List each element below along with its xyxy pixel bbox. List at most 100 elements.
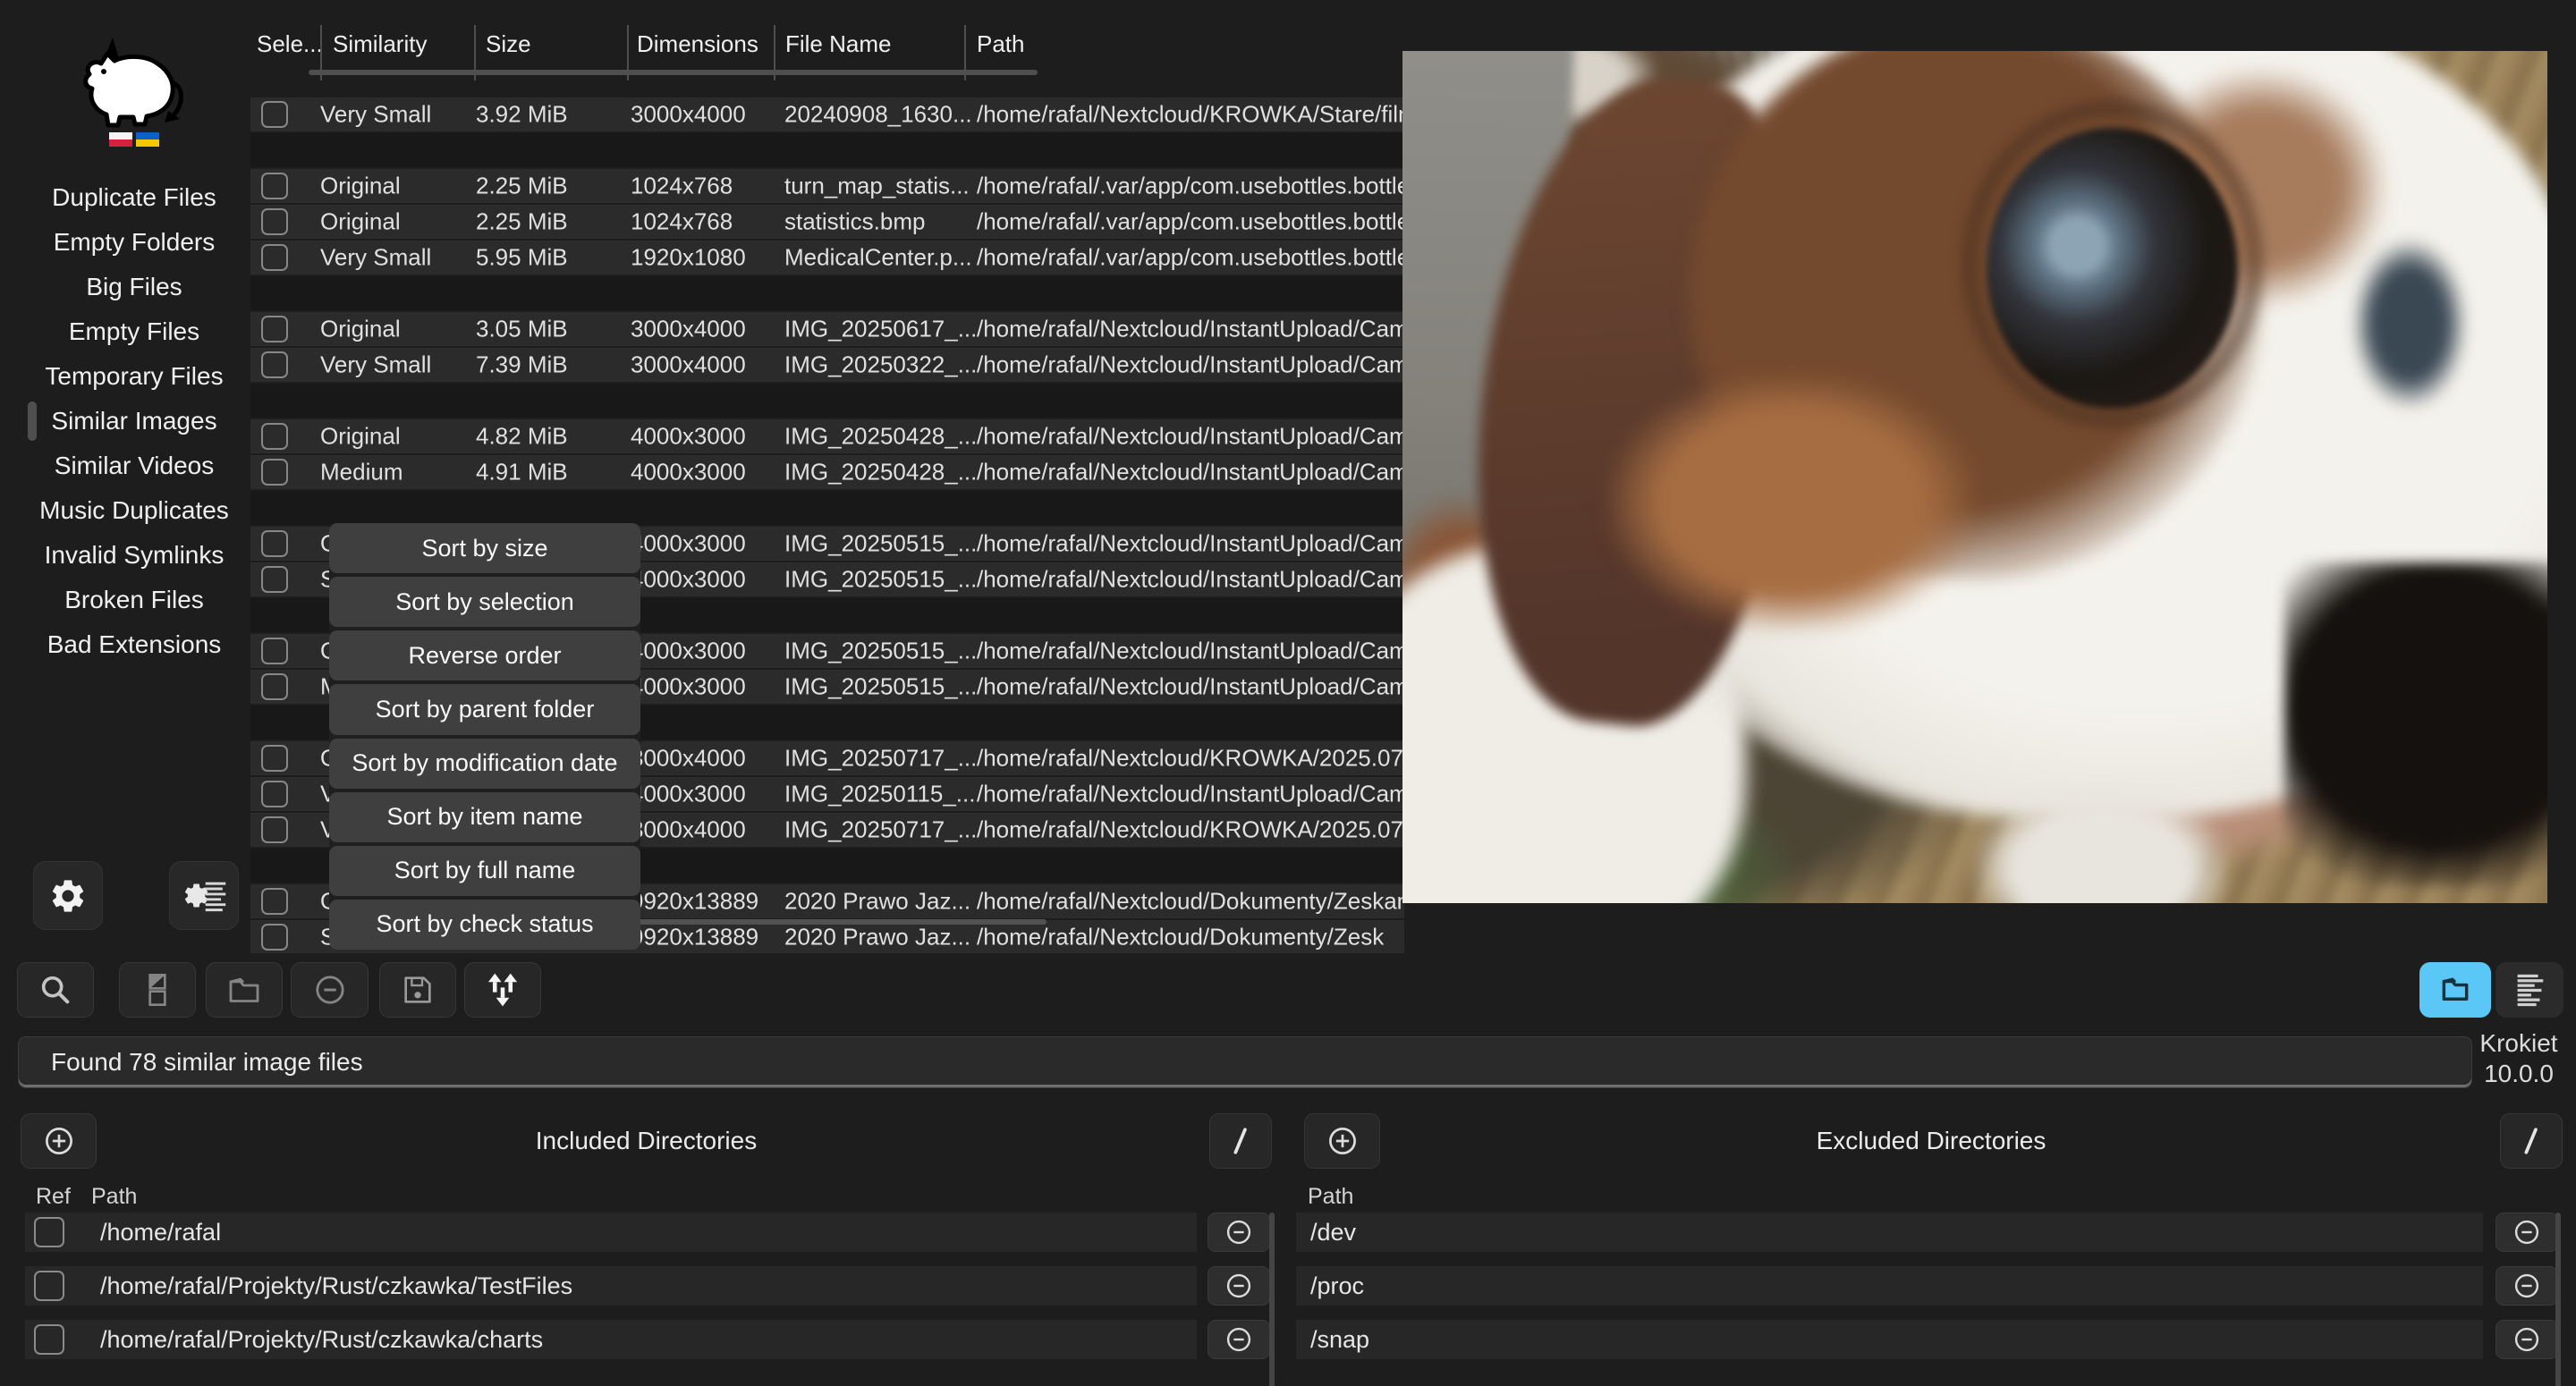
menu-item-sort-by-selection[interactable]: Sort by selection [329, 577, 640, 627]
menu-item-sort-by-item-name[interactable]: Sort by item name [329, 792, 640, 842]
path-cell: /home/rafal/Nextcloud/KROWKA/2025.07.17 [977, 816, 1404, 844]
table-row[interactable]: Medium4.91 MiB4000x3000IMG_20250428_.../… [250, 455, 1404, 489]
column-header-file-name[interactable]: File Name [785, 30, 891, 58]
included-directory-row[interactable]: /home/rafal/Projekty/Rust/czkawka/charts [25, 1320, 1197, 1359]
header-horizontal-scrollbar[interactable] [309, 70, 1038, 75]
column-header-size[interactable]: Size [486, 30, 531, 58]
menu-item-reverse-order[interactable]: Reverse order [329, 630, 640, 680]
select-button[interactable] [119, 962, 196, 1018]
remove-excluded-directory-button[interactable] [2496, 1213, 2558, 1252]
text-view-toggle[interactable] [2496, 962, 2563, 1018]
row-checkbox[interactable] [261, 459, 288, 486]
row-checkbox[interactable] [261, 173, 288, 199]
remove-excluded-directory-button[interactable] [2496, 1320, 2558, 1359]
directories-view-toggle[interactable] [2419, 962, 2491, 1018]
remove-included-directory-button[interactable] [1208, 1266, 1270, 1306]
row-checkbox[interactable] [261, 924, 288, 951]
included-directory-row[interactable]: /home/rafal [25, 1213, 1197, 1252]
row-checkbox[interactable] [261, 316, 288, 342]
row-checkbox[interactable] [261, 423, 288, 450]
save-button[interactable] [379, 962, 456, 1018]
menu-item-sort-by-modification-date[interactable]: Sort by modification date [329, 739, 640, 789]
row-checkbox[interactable] [261, 745, 288, 772]
path-cell: /home/rafal/Nextcloud/InstantUpload/Cam [977, 530, 1404, 558]
move-button[interactable] [206, 962, 283, 1018]
excluded-directory-row[interactable]: /dev [1296, 1213, 2483, 1252]
sidebar-item-similar-videos[interactable]: Similar Videos [0, 444, 268, 488]
sort-button[interactable] [464, 962, 541, 1018]
sidebar-item-empty-folders[interactable]: Empty Folders [0, 220, 268, 265]
row-checkbox[interactable] [261, 208, 288, 235]
row-checkbox[interactable] [261, 638, 288, 664]
similarity-cell: Original [320, 316, 401, 343]
row-checkbox[interactable] [261, 816, 288, 843]
sidebar-item-big-files[interactable]: Big Files [0, 265, 268, 309]
table-row[interactable]: Very Small7.39 MiB3000x4000IMG_20250322_… [250, 348, 1404, 382]
image-preview [1402, 51, 2547, 903]
table-row[interactable]: Very Small5.95 MiB1920x1080MedicalCenter… [250, 241, 1404, 275]
excluded-directory-row[interactable]: /proc [1296, 1266, 2483, 1306]
remove-icon [2512, 1324, 2542, 1355]
search-button[interactable] [17, 962, 94, 1018]
path-column-header: Path [91, 1184, 137, 1210]
manual-add-excluded-button[interactable] [2500, 1113, 2563, 1169]
sidebar-item-temporary-files[interactable]: Temporary Files [0, 354, 268, 399]
reference-checkbox[interactable] [34, 1324, 64, 1355]
manual-add-included-button[interactable] [1209, 1113, 1272, 1169]
size-cell: 2.25 MiB [476, 208, 568, 236]
sidebar-item-broken-files[interactable]: Broken Files [0, 578, 268, 622]
column-header-similarity[interactable]: Similarity [333, 30, 427, 58]
sort-arrows-icon [484, 971, 521, 1009]
file-name-cell: IMG_20250322_... [784, 351, 977, 379]
czkawka-app-window: Duplicate Files Empty Folders Big Files Emp… [0, 0, 2576, 1386]
path-cell: /home/rafal/.var/app/com.usebottles.bott… [977, 173, 1404, 200]
menu-item-sort-by-size[interactable]: Sort by size [329, 523, 640, 573]
menu-item-sort-by-check-status[interactable]: Sort by check status [329, 900, 640, 950]
column-header-path[interactable]: Path [977, 30, 1025, 58]
cow-logo [72, 32, 197, 157]
included-directories-scrollbar[interactable] [1269, 1213, 1275, 1386]
sidebar-item-duplicate-files[interactable]: Duplicate Files [0, 175, 268, 220]
sidebar-item-empty-files[interactable]: Empty Files [0, 309, 268, 354]
row-checkbox[interactable] [261, 530, 288, 557]
remove-included-directory-button[interactable] [1208, 1320, 1270, 1359]
table-row[interactable]: Original2.25 MiB1024x768turn_map_statis.… [250, 169, 1404, 203]
row-checkbox[interactable] [261, 101, 288, 128]
row-checkbox[interactable] [261, 673, 288, 700]
table-row[interactable]: Original3.05 MiB3000x4000IMG_20250617_..… [250, 312, 1404, 346]
menu-item-sort-by-full-name[interactable]: Sort by full name [329, 846, 640, 896]
remove-included-directory-button[interactable] [1208, 1213, 1270, 1252]
size-cell: 4.82 MiB [476, 423, 568, 451]
row-checkbox[interactable] [261, 244, 288, 271]
reference-checkbox[interactable] [34, 1271, 64, 1301]
sidebar-item-invalid-symlinks[interactable]: Invalid Symlinks [0, 533, 268, 578]
table-row[interactable]: Original4.82 MiB4000x3000IMG_20250428_..… [250, 419, 1404, 453]
tool-navigation: Duplicate Files Empty Folders Big Files Emp… [0, 175, 268, 667]
row-checkbox[interactable] [261, 566, 288, 593]
sidebar-item-label: Invalid Symlinks [45, 541, 225, 570]
row-checkbox[interactable] [261, 781, 288, 807]
row-checkbox[interactable] [261, 351, 288, 378]
sidebar-item-label: Duplicate Files [52, 183, 216, 212]
remove-excluded-directory-button[interactable] [2496, 1266, 2558, 1306]
excluded-directories-scrollbar[interactable] [2555, 1213, 2561, 1386]
app-version-label: 10.0.0 [2462, 1059, 2576, 1089]
menu-item-sort-by-parent-folder[interactable]: Sort by parent folder [329, 684, 640, 734]
sidebar-item-bad-extensions[interactable]: Bad Extensions [0, 622, 268, 667]
delete-button[interactable] [291, 962, 369, 1018]
column-header-selection[interactable]: Sele... [257, 30, 323, 58]
table-row[interactable]: Original2.25 MiB1024x768statistics.bmp/h… [250, 205, 1404, 239]
advanced-settings-button[interactable] [169, 861, 239, 930]
sidebar-item-similar-images[interactable]: Similar Images [0, 399, 268, 444]
sidebar-item-music-duplicates[interactable]: Music Duplicates [0, 488, 268, 533]
dimensions-cell: 4000x3000 [631, 566, 746, 594]
sidebar-item-label: Big Files [86, 273, 182, 301]
excluded-directory-row[interactable]: /snap [1296, 1320, 2483, 1359]
table-row[interactable]: Very Small3.92 MiB3000x400020240908_1630… [250, 97, 1404, 131]
row-checkbox[interactable] [261, 888, 288, 915]
reference-checkbox[interactable] [34, 1217, 64, 1247]
size-cell: 3.92 MiB [476, 101, 568, 129]
included-directory-row[interactable]: /home/rafal/Projekty/Rust/czkawka/TestFi… [25, 1266, 1197, 1306]
settings-button[interactable] [33, 861, 103, 930]
column-header-dimensions[interactable]: Dimensions [637, 30, 758, 58]
